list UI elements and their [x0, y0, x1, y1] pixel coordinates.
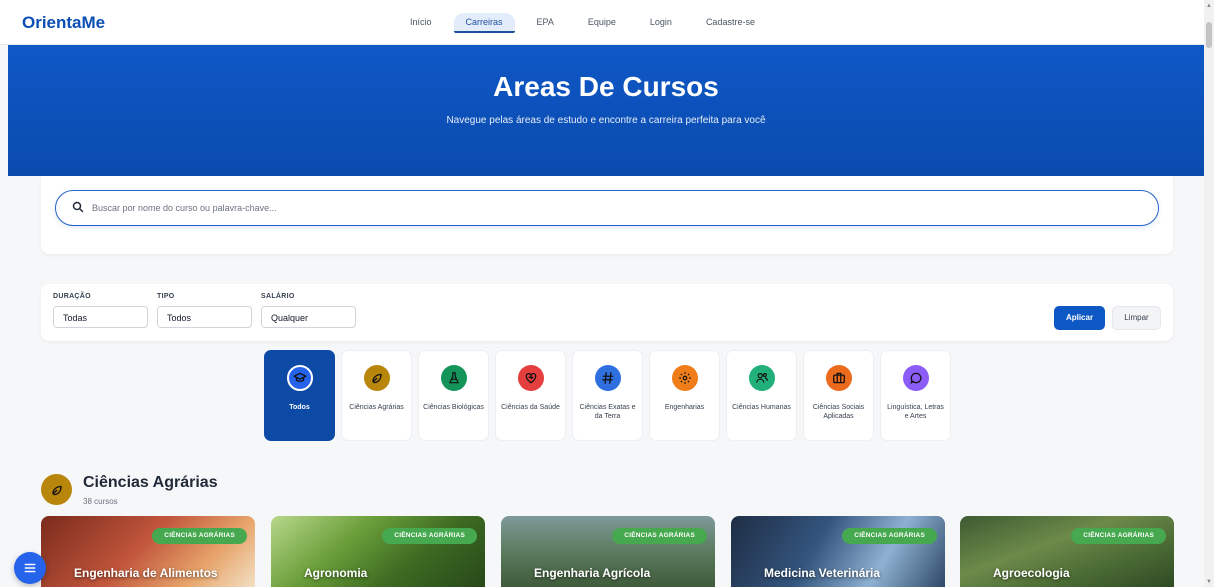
- main-nav: Início Carreiras EPA Equipe Login Cadast…: [398, 13, 777, 33]
- nav-epa[interactable]: EPA: [525, 13, 566, 33]
- clear-button[interactable]: Limpar: [1112, 306, 1161, 330]
- nav-inicio[interactable]: Início: [398, 13, 444, 33]
- course-badge: CIÊNCIAS AGRÁRIAS: [612, 528, 707, 544]
- heart-icon: [517, 365, 544, 391]
- filter-salary: SALÁRIO Qualquer: [261, 293, 356, 328]
- course-title: Medicina Veterinária: [764, 566, 881, 580]
- brand-logo[interactable]: OrientaMe: [22, 13, 105, 33]
- section-title: Ciências Agrárias: [83, 474, 218, 491]
- category-ciencias-humanas[interactable]: Ciências Humanas: [726, 350, 797, 441]
- category-label: Ciências da Saúde: [501, 404, 560, 411]
- course-badge: CIÊNCIAS AGRÁRIAS: [152, 528, 247, 544]
- nav-carreiras[interactable]: Carreiras: [453, 13, 515, 33]
- course-card-engenharia-agricola[interactable]: CIÊNCIAS AGRÁRIAS Engenharia Agrícola: [501, 516, 715, 587]
- course-card-agroecologia[interactable]: CIÊNCIAS AGRÁRIAS Agroecologia: [960, 516, 1174, 587]
- course-badge: CIÊNCIAS AGRÁRIAS: [382, 528, 477, 544]
- category-label: Ciências Sociais Aplicadas: [812, 404, 865, 420]
- page-scrollbar[interactable]: ▲ ▼: [1204, 0, 1214, 587]
- category-ciencias-biologicas[interactable]: Ciências Biológicas: [418, 350, 489, 441]
- apply-button[interactable]: Aplicar: [1054, 306, 1105, 330]
- category-label: Ciências Humanas: [732, 404, 791, 411]
- users-icon: [748, 365, 775, 391]
- salary-select[interactable]: Qualquer: [261, 306, 356, 328]
- category-ciencias-agrarias[interactable]: Ciências Agrárias: [341, 350, 412, 441]
- scroll-up-arrow-icon[interactable]: ▲: [1206, 3, 1212, 9]
- category-ciencias-da-saude[interactable]: Ciências da Saúde: [495, 350, 566, 441]
- category-label: Ciências Agrárias: [349, 404, 404, 411]
- category-label: Ciências Biológicas: [423, 404, 484, 411]
- course-card-medicina-veterinaria[interactable]: CIÊNCIAS AGRÁRIAS Medicina Veterinária: [731, 516, 945, 587]
- filter-type-label: TIPO: [157, 293, 175, 300]
- category-ciencias-sociais[interactable]: Ciências Sociais Aplicadas: [803, 350, 874, 441]
- page-title: Areas De Cursos: [493, 71, 719, 102]
- course-card-engenharia-de-alimentos[interactable]: CIÊNCIAS AGRÁRIAS Engenharia de Alimento…: [41, 516, 255, 587]
- course-badge: CIÊNCIAS AGRÁRIAS: [1071, 528, 1166, 544]
- menu-icon: [24, 563, 36, 573]
- type-select[interactable]: Todos: [157, 306, 252, 328]
- scroll-down-arrow-icon[interactable]: ▼: [1206, 579, 1212, 585]
- nav-equipe[interactable]: Equipe: [576, 13, 628, 33]
- filter-duration: DURAÇÃO Todas: [53, 293, 148, 328]
- page-subtitle: Navegue pelas áreas de estudo e encontre…: [446, 115, 766, 126]
- briefcase-icon: [825, 365, 852, 391]
- scroll-thumb[interactable]: [1206, 22, 1212, 48]
- hash-icon: [594, 365, 621, 391]
- category-ciencias-exatas[interactable]: Ciências Exatas e da Terra: [572, 350, 643, 441]
- course-title: Engenharia de Alimentos: [74, 566, 218, 580]
- graduation-icon: [286, 365, 313, 391]
- nav-cadastre-se[interactable]: Cadastre-se: [694, 13, 767, 33]
- course-card-agronomia[interactable]: CIÊNCIAS AGRÁRIAS Agronomia: [271, 516, 485, 587]
- category-todos[interactable]: Todos: [264, 350, 335, 441]
- gear-icon: [671, 365, 698, 391]
- filter-duration-label: DURAÇÃO: [53, 293, 91, 300]
- leaf-icon: [363, 365, 390, 391]
- category-list: Todos Ciências Agrárias Ciências Biológi…: [264, 350, 951, 441]
- top-navbar: OrientaMe Início Carreiras EPA Equipe Lo…: [0, 0, 1204, 45]
- category-label: Ciências Exatas e da Terra: [579, 404, 636, 420]
- hero-banner: Areas De Cursos Navegue pelas áreas de e…: [8, 45, 1204, 176]
- category-engenharias[interactable]: Engenharias: [649, 350, 720, 441]
- search-box[interactable]: [55, 190, 1159, 226]
- course-title: Engenharia Agrícola: [534, 566, 651, 580]
- speech-icon: [902, 365, 929, 391]
- duration-select[interactable]: Todas: [53, 306, 148, 328]
- filter-type: TIPO Todos: [157, 293, 252, 328]
- menu-fab-button[interactable]: [14, 552, 46, 584]
- section-course-count: 38 cursos: [83, 497, 118, 506]
- category-label: Linguística, Letras e Artes: [887, 404, 944, 420]
- category-label: Todos: [289, 404, 310, 411]
- search-icon: [72, 201, 84, 213]
- flask-icon: [440, 365, 467, 391]
- course-title: Agroecologia: [993, 566, 1070, 580]
- filter-card: DURAÇÃO Todas TIPO Todos SALÁRIO Qualque…: [41, 284, 1173, 341]
- search-card: [41, 176, 1173, 254]
- category-label: Engenharias: [664, 404, 705, 411]
- course-badge: CIÊNCIAS AGRÁRIAS: [842, 528, 937, 544]
- leaf-icon: [41, 474, 72, 505]
- filter-salary-label: SALÁRIO: [261, 293, 295, 300]
- category-linguistica[interactable]: Linguística, Letras e Artes: [880, 350, 951, 441]
- course-title: Agronomia: [304, 566, 368, 580]
- nav-login[interactable]: Login: [638, 13, 684, 33]
- search-input[interactable]: [92, 199, 1132, 217]
